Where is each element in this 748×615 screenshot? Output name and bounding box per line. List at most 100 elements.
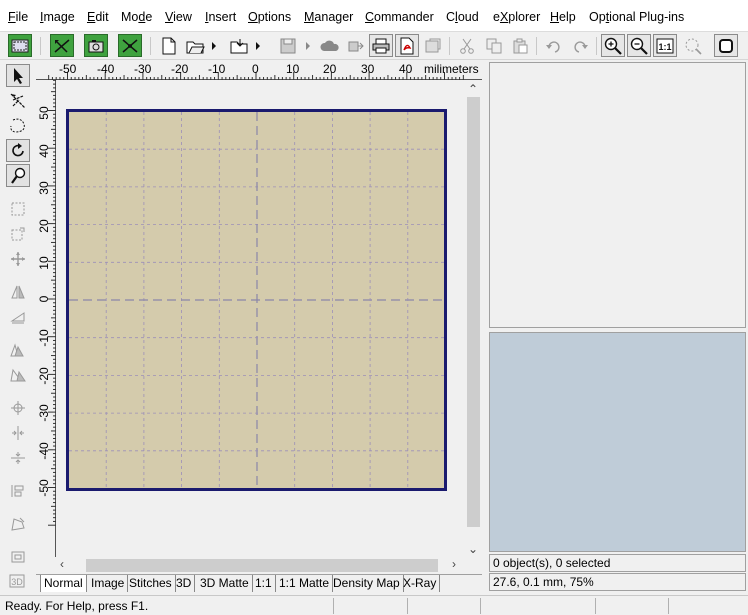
overview-panel bbox=[489, 332, 746, 552]
tab-1to1-matte[interactable]: 1:1 Matte bbox=[276, 575, 334, 592]
skew-right-icon[interactable] bbox=[6, 363, 30, 386]
hoop-view-icon[interactable] bbox=[714, 34, 738, 57]
menu-cloud[interactable]: Cloud bbox=[446, 10, 479, 24]
menu-explorer[interactable]: eXplorer bbox=[493, 10, 540, 24]
scroll-up-icon[interactable]: ⌃ bbox=[468, 82, 478, 96]
tab-density-map[interactable]: Density Map bbox=[330, 575, 404, 592]
ruler-tick-label: -10 bbox=[208, 62, 226, 76]
mirror-horizontal-icon[interactable] bbox=[6, 280, 30, 303]
hoop-icon[interactable] bbox=[8, 34, 32, 57]
menu-edit[interactable]: Edit bbox=[87, 10, 109, 24]
ruler-tick-label: -50 bbox=[59, 62, 77, 76]
align-vertical-icon[interactable] bbox=[6, 446, 30, 469]
resize-icon[interactable] bbox=[6, 222, 30, 245]
tab-3d-matte[interactable]: 3D Matte bbox=[197, 575, 253, 592]
design-canvas[interactable] bbox=[56, 80, 464, 557]
grid-cross-icon[interactable] bbox=[118, 34, 142, 57]
ruler-tick-label: -30 bbox=[37, 404, 51, 422]
stitch-edit-icon[interactable] bbox=[50, 34, 74, 57]
menu-manager[interactable]: Manager bbox=[304, 10, 353, 24]
ruler-tick-label: 40 bbox=[37, 144, 51, 158]
ruler-tick-label: -20 bbox=[37, 367, 51, 385]
skew-left-icon[interactable] bbox=[6, 338, 30, 361]
select-arrow-icon[interactable] bbox=[6, 64, 30, 87]
perspective-icon[interactable] bbox=[6, 512, 30, 535]
menu-mode[interactable]: Mode bbox=[121, 10, 152, 24]
tab-normal[interactable]: Normal bbox=[40, 575, 87, 592]
zoom-fit-icon[interactable] bbox=[681, 34, 705, 57]
tab-x-ray[interactable]: X-Ray bbox=[400, 575, 441, 592]
menu-insert[interactable]: Insert bbox=[205, 10, 236, 24]
scroll-left-icon[interactable]: ‹ bbox=[60, 557, 64, 571]
zoom-1to1-icon[interactable]: 1:1 bbox=[653, 34, 677, 57]
frame-icon[interactable] bbox=[6, 545, 30, 568]
left-toolbar: 3D bbox=[0, 60, 36, 592]
menu-bar: File Image Edit Mode View Insert Options Manage… bbox=[0, 0, 748, 32]
tab-stitches[interactable]: Stitches bbox=[126, 575, 176, 592]
3d-icon[interactable]: 3D bbox=[6, 569, 30, 592]
center-icon[interactable] bbox=[6, 396, 30, 419]
save-dropdown-icon[interactable] bbox=[303, 34, 312, 57]
redo-icon[interactable] bbox=[568, 34, 592, 57]
print-icon[interactable] bbox=[369, 34, 393, 57]
ruler-unit-label: milimeters bbox=[424, 62, 479, 76]
scroll-down-icon[interactable]: ⌄ bbox=[468, 542, 478, 556]
save-icon[interactable] bbox=[276, 34, 300, 57]
open-dropdown-icon[interactable] bbox=[209, 34, 218, 57]
tab-image[interactable]: Image bbox=[88, 575, 129, 592]
import-icon[interactable] bbox=[227, 34, 251, 57]
zoom-tool-icon[interactable] bbox=[6, 164, 30, 187]
view-tabs: Normal Image Stitches 3D 3D Matte 1:1 1:… bbox=[36, 574, 482, 592]
menu-help[interactable]: Help bbox=[550, 10, 576, 24]
new-file-icon[interactable] bbox=[157, 34, 181, 57]
camera-icon[interactable] bbox=[84, 34, 108, 57]
mirror-vertical-icon[interactable] bbox=[6, 305, 30, 328]
cut-icon[interactable] bbox=[455, 34, 479, 57]
ruler-tick-label: 20 bbox=[323, 62, 337, 76]
tab-3d[interactable]: 3D bbox=[173, 575, 196, 592]
export-icon[interactable] bbox=[421, 34, 445, 57]
vertical-scrollbar[interactable]: ⌃ ⌄ bbox=[464, 80, 482, 557]
zoom-in-icon[interactable] bbox=[601, 34, 625, 57]
move-icon[interactable] bbox=[6, 247, 30, 270]
ruler-tick-label: 10 bbox=[37, 256, 51, 270]
distribute-icon[interactable] bbox=[6, 479, 30, 502]
stitch-select-icon[interactable] bbox=[6, 89, 30, 112]
coords-status: 27.6, 0.1 mm, 75% bbox=[489, 573, 746, 591]
menu-view[interactable]: View bbox=[165, 10, 192, 24]
pdf-icon[interactable] bbox=[395, 34, 419, 57]
scrollbar-thumb[interactable] bbox=[467, 97, 480, 527]
menu-optional-plug-ins[interactable]: Optional Plug-ins bbox=[589, 10, 684, 24]
scroll-right-icon[interactable]: › bbox=[452, 557, 456, 571]
open-folder-icon[interactable] bbox=[183, 34, 207, 57]
properties-panel bbox=[489, 62, 746, 328]
ruler-tick-label: 40 bbox=[399, 62, 413, 76]
selection-status: 0 object(s), 0 selected bbox=[489, 554, 746, 572]
status-bar: Ready. For Help, press F1. bbox=[0, 595, 748, 615]
cloud-icon[interactable] bbox=[318, 34, 342, 57]
tab-1to1[interactable]: 1:1 bbox=[252, 575, 276, 592]
import-dropdown-icon[interactable] bbox=[253, 34, 262, 57]
ruler-tick-label: 20 bbox=[37, 219, 51, 233]
align-horizontal-icon[interactable] bbox=[6, 421, 30, 444]
right-pane: 0 object(s), 0 selected 27.6, 0.1 mm, 75… bbox=[487, 60, 748, 592]
ruler-tick-label: -10 bbox=[37, 329, 51, 347]
zoom-out-icon[interactable] bbox=[627, 34, 651, 57]
copy-icon[interactable] bbox=[482, 34, 506, 57]
menu-file[interactable]: File bbox=[8, 10, 28, 24]
menu-options[interactable]: Options bbox=[248, 10, 291, 24]
paste-icon[interactable] bbox=[508, 34, 532, 57]
horizontal-scrollbar[interactable]: ‹ › bbox=[56, 557, 464, 574]
scrollbar-thumb[interactable] bbox=[86, 559, 438, 572]
ruler-tick-label: -40 bbox=[97, 62, 115, 76]
send-icon[interactable] bbox=[344, 34, 368, 57]
rotate-icon[interactable] bbox=[6, 139, 30, 162]
lasso-icon[interactable] bbox=[6, 114, 30, 137]
menu-image[interactable]: Image bbox=[40, 10, 75, 24]
main-toolbar: 1:1 bbox=[0, 32, 748, 60]
box-select-icon[interactable] bbox=[6, 197, 30, 220]
undo-icon[interactable] bbox=[542, 34, 566, 57]
status-message: Ready. For Help, press F1. bbox=[5, 599, 149, 613]
embroidery-hoop bbox=[66, 109, 447, 491]
menu-commander[interactable]: Commander bbox=[365, 10, 434, 24]
